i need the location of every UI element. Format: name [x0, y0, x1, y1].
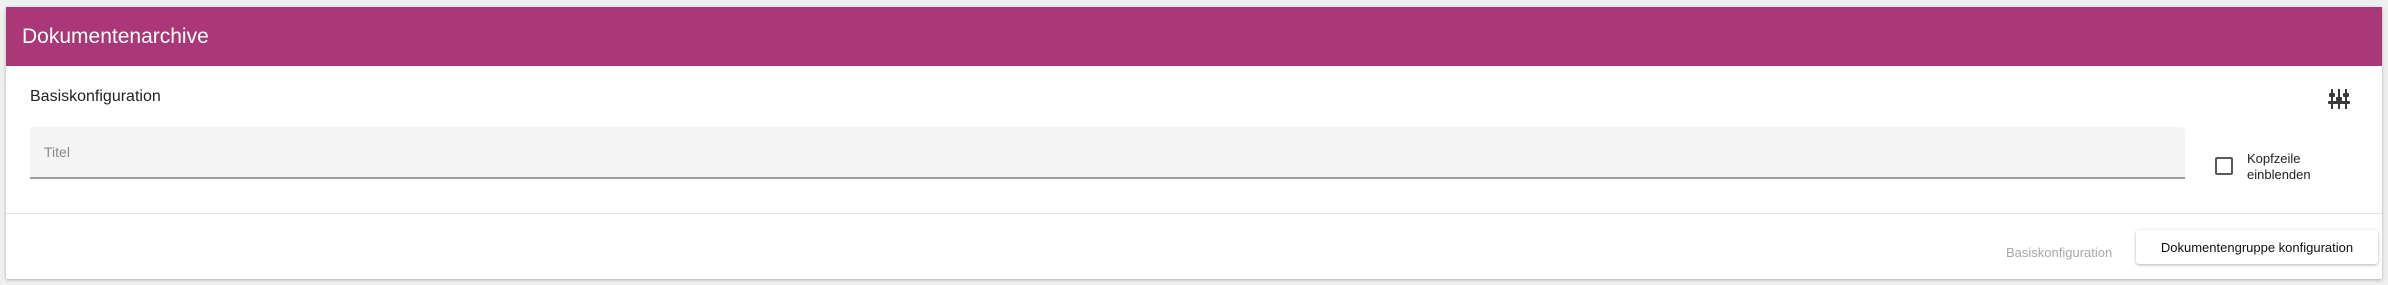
- tune-sliders-icon-graphic: [2328, 89, 2350, 109]
- footer-divider: [6, 213, 2382, 214]
- card-title: Dokumentenarchive: [22, 25, 209, 48]
- title-input[interactable]: [30, 127, 2185, 177]
- section-title: Basiskonfiguration: [30, 88, 161, 105]
- basic-config-link[interactable]: Basiskonfiguration: [2006, 245, 2112, 260]
- show-header-label: Kopfzeile einblenden: [2247, 151, 2311, 182]
- document-group-config-button[interactable]: Dokumentengruppe konfiguration: [2136, 230, 2378, 264]
- document-archive-card: Dokumentenarchive Basiskonfiguration Kop…: [6, 7, 2382, 279]
- title-field[interactable]: [30, 127, 2185, 179]
- show-header-option[interactable]: Kopfzeile einblenden: [2211, 151, 2351, 191]
- tune-sliders-icon[interactable]: [2324, 84, 2354, 114]
- show-header-checkbox[interactable]: [2215, 157, 2233, 175]
- card-header: Dokumentenarchive: [6, 7, 2382, 66]
